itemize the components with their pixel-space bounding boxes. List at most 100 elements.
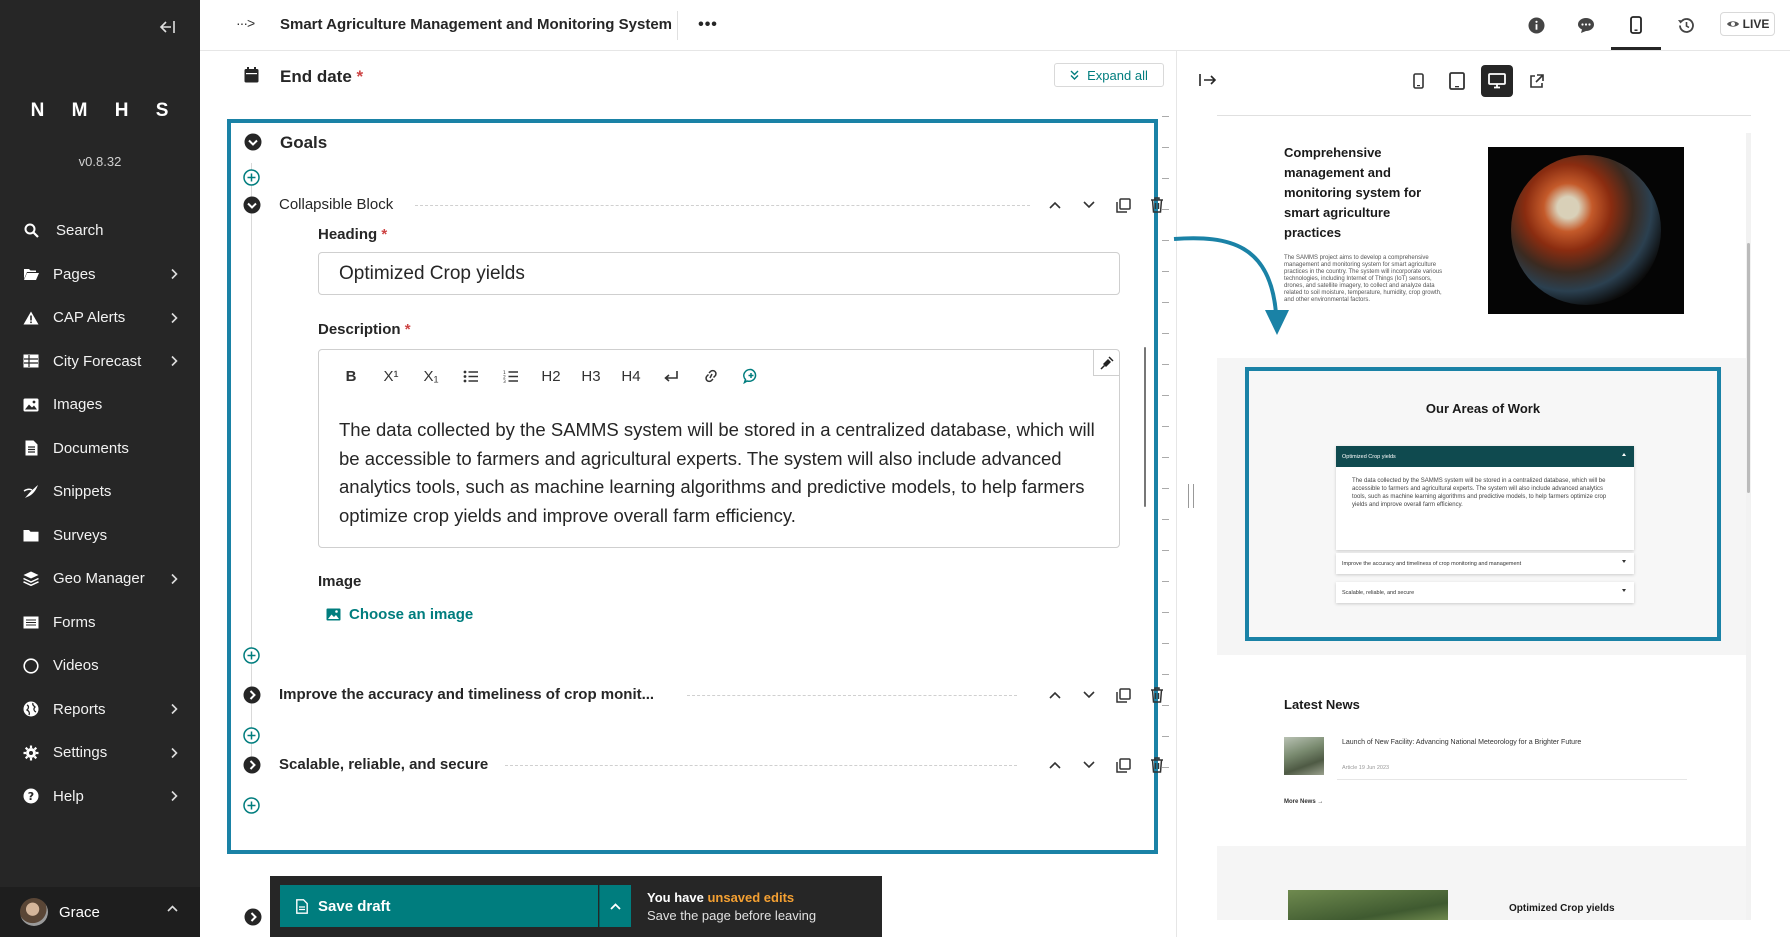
pin-toolbar-icon[interactable] [1093,350,1119,376]
heading4-button[interactable]: H4 [611,362,651,390]
sidebar-item-snippets[interactable]: Snippets [0,470,200,514]
collapse-sidebar-icon[interactable] [154,14,180,40]
end-date-label: End date * [280,67,363,87]
accordion-item[interactable]: Scalable, reliable, and secure [1336,582,1634,603]
line-break-icon[interactable] [651,362,691,390]
heading2-button[interactable]: H2 [531,362,571,390]
caret-up-icon [1622,453,1626,456]
expand-all-label: Expand all [1087,67,1148,83]
unsaved-edits-label: unsaved edits [707,890,795,905]
chevron-right-icon [171,356,178,367]
link-icon[interactable] [691,362,731,390]
preview-scrollbar[interactable] [1747,243,1750,493]
caret-down-icon [1622,589,1626,592]
move-down-icon[interactable] [1077,193,1101,217]
info-icon[interactable] [1523,12,1549,38]
close-preview-icon[interactable] [1199,73,1217,87]
bullet-list-icon[interactable] [451,362,491,390]
news-item-title[interactable]: Launch of New Facility: Advancing Nation… [1342,739,1581,746]
sidebar-item-settings[interactable]: Settings [0,731,200,775]
move-up-icon[interactable] [1043,683,1067,707]
accordion-item[interactable]: Optimized Crop yields The data collected… [1336,446,1634,550]
sidebar-item-forms[interactable]: Forms [0,601,200,645]
sidebar-item-search[interactable]: Search [0,209,200,253]
choose-image-button[interactable]: Choose an image [326,606,473,623]
add-block-icon[interactable] [243,647,260,664]
add-comment-icon[interactable] [731,362,771,390]
sidebar-item-videos[interactable]: Videos [0,644,200,688]
sidebar-item-pages[interactable]: Pages [0,253,200,297]
circle-icon [22,657,40,675]
subscript-button[interactable]: X₁ [411,362,451,390]
bold-button[interactable]: B [331,362,371,390]
description-label: Description * [318,321,411,338]
expand-icon [1070,70,1079,80]
sidebar-item-geo-manager[interactable]: Geo Manager [0,557,200,601]
sidebar-item-reports[interactable]: Reports [0,688,200,732]
goals-label: Goals [280,133,328,152]
more-news-link[interactable]: More News → [1284,799,1323,805]
expand-block-icon[interactable] [243,756,261,774]
save-bar: Save draft You have unsaved edits Save t… [270,876,882,937]
numbered-list-icon[interactable]: 123 [491,362,531,390]
areas-highlight-frame: Our Areas of Work Optimized Crop yields … [1245,367,1721,641]
move-up-icon[interactable] [1043,193,1067,217]
move-down-icon[interactable] [1077,683,1101,707]
block-title: Improve the accuracy and timeliness of c… [279,686,655,703]
expand-section-icon[interactable] [244,908,262,926]
breadcrumb-toggle-icon[interactable]: ···> [236,15,255,31]
block-actions [1043,193,1169,217]
expand-block-icon[interactable] [243,686,261,704]
mobile-size-icon[interactable] [1402,65,1434,97]
collapse-block-icon[interactable] [243,196,261,214]
document-icon [22,439,40,457]
divider [677,11,678,40]
heading-input[interactable]: Optimized Crop yields [318,252,1120,295]
accordion-header[interactable]: Improve the accuracy and timeliness of c… [1336,553,1634,574]
move-up-icon[interactable] [1043,753,1067,777]
add-block-icon[interactable] [243,727,260,744]
sidebar-item-documents[interactable]: Documents [0,427,200,471]
add-block-icon[interactable] [243,169,260,186]
move-down-icon[interactable] [1077,753,1101,777]
user-menu[interactable]: Grace [0,887,200,937]
resize-handle[interactable] [1188,484,1194,508]
superscript-button[interactable]: X¹ [371,362,411,390]
more-actions-icon[interactable]: ••• [695,12,721,38]
sidebar-item-cap-alerts[interactable]: CAP Alerts [0,296,200,340]
comment-icon[interactable] [1573,12,1599,38]
open-external-icon[interactable] [1520,65,1552,97]
collapse-goals-icon[interactable] [244,133,262,151]
more-save-options-button[interactable] [599,885,631,927]
sidebar-item-images[interactable]: Images [0,383,200,427]
required-mark: * [381,226,388,243]
hero-text: The SAMMS project aims to develop a comp… [1284,255,1443,303]
desktop-size-icon[interactable] [1481,65,1513,97]
chevron-right-icon [171,573,178,584]
save-draft-button[interactable]: Save draft [280,885,598,927]
help-icon: ? [22,787,40,805]
duplicate-icon[interactable] [1111,683,1135,707]
accordion-header[interactable]: Scalable, reliable, and secure [1336,582,1634,603]
collapsible-block-header: Collapsible Block [243,193,1163,217]
editor-scrollbar[interactable] [1144,347,1146,507]
divider [1217,115,1751,116]
brand-logo[interactable]: N M H S [0,100,200,122]
accordion-item[interactable]: Improve the accuracy and timeliness of c… [1336,553,1634,574]
live-button[interactable]: LIVE [1720,12,1775,36]
heading3-button[interactable]: H3 [571,362,611,390]
sidebar-item-help[interactable]: ? Help [0,775,200,819]
accordion-header[interactable]: Optimized Crop yields [1336,446,1634,467]
duplicate-icon[interactable] [1111,753,1135,777]
sidebar-item-city-forecast[interactable]: City Forecast [0,340,200,384]
mobile-preview-icon[interactable] [1623,12,1649,38]
duplicate-icon[interactable] [1111,193,1135,217]
add-block-icon[interactable] [243,797,260,814]
sidebar-item-surveys[interactable]: Surveys [0,514,200,558]
tablet-size-icon[interactable] [1441,65,1473,97]
history-icon[interactable] [1673,12,1699,38]
news-thumbnail[interactable] [1284,737,1324,775]
caret-down-icon [1622,560,1626,563]
description-editor[interactable]: B X¹ X₁ 123 H2 H3 H4 The data collected … [318,349,1120,548]
expand-all-button[interactable]: Expand all [1054,63,1164,87]
